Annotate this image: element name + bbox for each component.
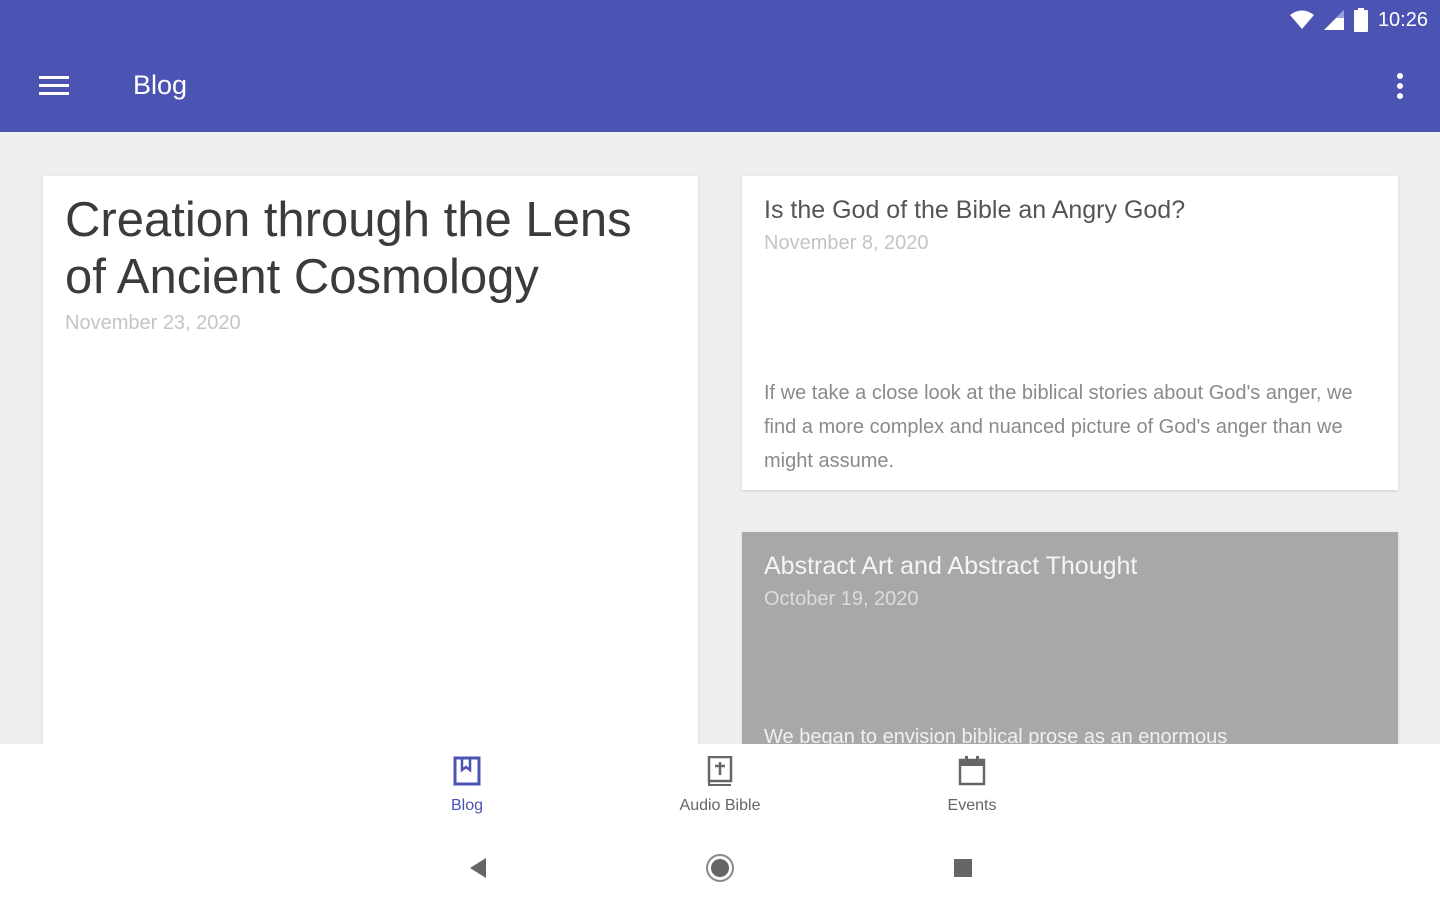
home-icon[interactable] <box>700 848 740 888</box>
cellular-signal-icon <box>1323 10 1344 30</box>
more-vert-icon[interactable] <box>1382 66 1418 106</box>
page-title: Blog <box>133 70 188 100</box>
bottom-nav-blog[interactable]: Blog <box>387 756 547 824</box>
bottom-nav-label: Audio Bible <box>679 797 761 814</box>
recents-icon[interactable] <box>943 848 983 888</box>
wifi-icon <box>1289 10 1314 30</box>
post-title: Abstract Art and Abstract Thought <box>764 552 1138 580</box>
bottom-nav-label: Events <box>947 797 997 814</box>
back-icon[interactable] <box>458 848 498 888</box>
battery-icon <box>1353 8 1368 32</box>
post-title: Creation through the Lens of Ancient Cos… <box>65 193 632 304</box>
bottom-nav-audio-bible[interactable]: Audio Bible <box>640 755 800 824</box>
hamburger-menu-icon[interactable] <box>28 66 80 106</box>
bookmark-book-icon <box>453 756 481 791</box>
post-title: Is the God of the Bible an Angry God? <box>764 196 1186 224</box>
toolbar: Blog <box>0 52 1440 120</box>
calendar-icon <box>958 756 986 791</box>
featured-post-card[interactable]: Creation through the Lens of Ancient Cos… <box>43 176 698 776</box>
app-bar: 10:26 Blog <box>0 0 1440 132</box>
bottom-nav-events[interactable]: Events <box>892 756 1052 824</box>
post-date: November 23, 2020 <box>65 312 241 334</box>
bible-icon <box>706 755 734 791</box>
post-excerpt: If we take a close look at the biblical … <box>764 382 1353 472</box>
post-date: October 19, 2020 <box>764 588 919 610</box>
post-date: November 8, 2020 <box>764 232 929 254</box>
status-bar: 10:26 <box>1289 6 1428 34</box>
status-time: 10:26 <box>1377 8 1428 31</box>
bottom-nav-label: Blog <box>450 797 484 814</box>
post-card[interactable]: Is the God of the Bible an Angry God? No… <box>742 176 1398 490</box>
bottom-navigation: Blog Audio Bible Events <box>0 744 1440 900</box>
